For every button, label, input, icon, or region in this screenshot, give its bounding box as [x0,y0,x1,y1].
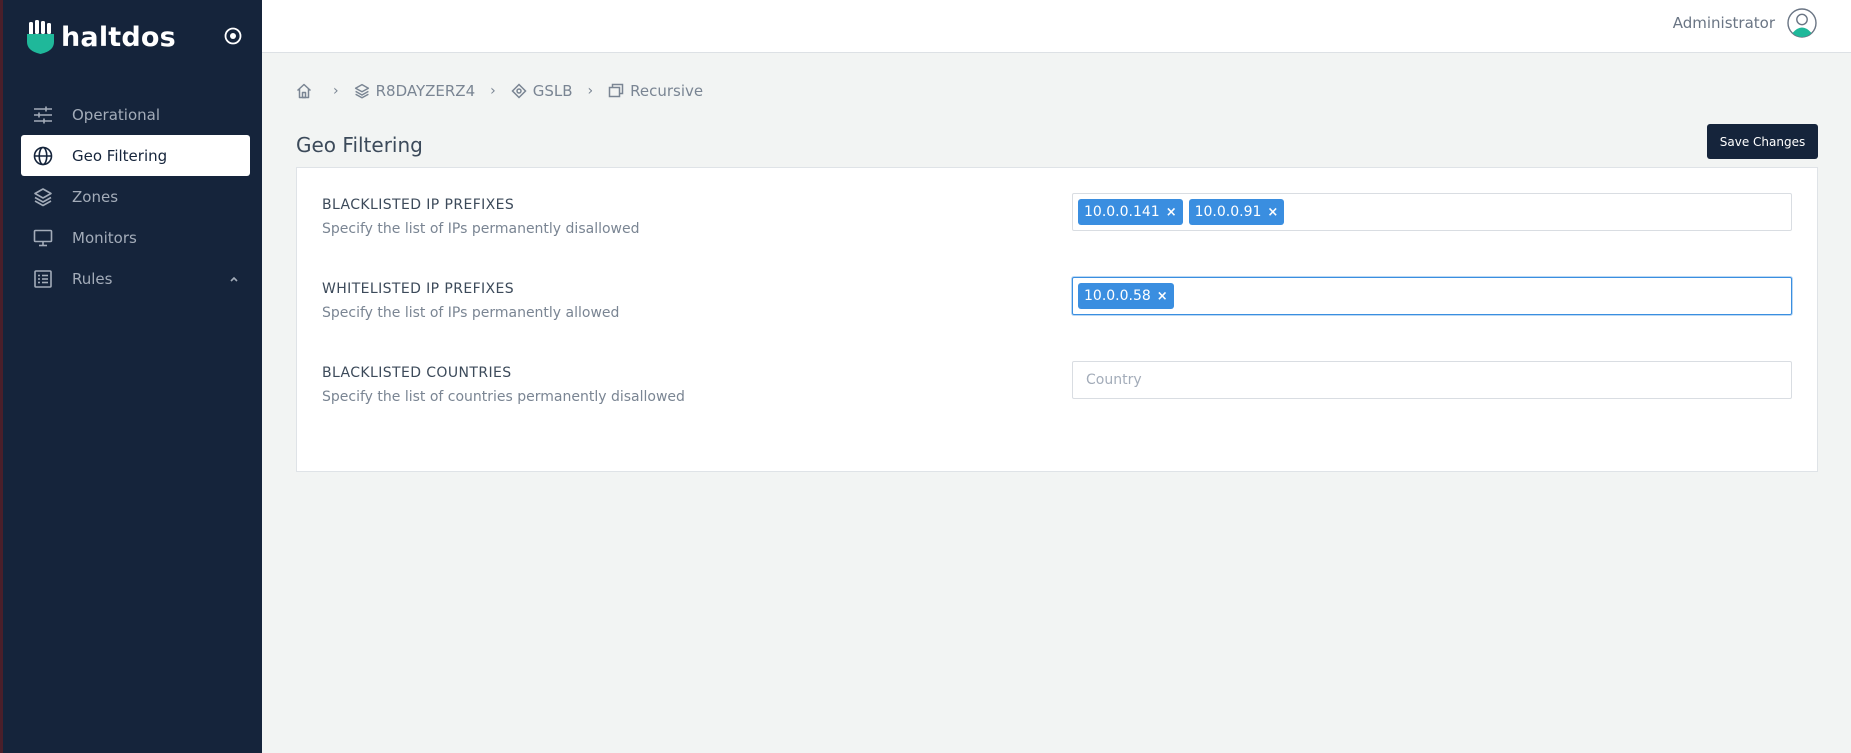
breadcrumb-item-zone[interactable]: R8DAYZERZ4 [354,82,476,100]
target-toggle-icon[interactable] [221,24,245,48]
logo[interactable]: haltdos [27,20,176,54]
windows-icon [608,83,624,99]
tag-label: 10.0.0.91 [1194,204,1262,220]
sidebar-item-operational[interactable]: Operational [21,94,250,135]
sidebar-nav: Operational Geo Filtering Zones Monitors… [21,94,250,299]
save-changes-button[interactable]: Save Changes [1707,124,1818,159]
haltdos-logo-icon [27,20,57,54]
ip-tag: 10.0.0.141 × [1078,199,1183,225]
ip-tag: 10.0.0.58 × [1078,283,1174,309]
sidebar-item-label: Monitors [72,228,137,247]
sidebar-item-label: Geo Filtering [72,146,168,165]
whitelisted-ip-input[interactable]: 10.0.0.58 × [1072,277,1792,315]
blacklisted-ip-input[interactable]: 10.0.0.141 × 10.0.0.91 × [1072,193,1792,231]
breadcrumb: › R8DAYZERZ4 › GSLB › Recursive [296,82,703,100]
whitelisted-ip-row: WHITELISTED IP PREFIXES Specify the list… [322,277,1792,321]
avatar-icon [1787,8,1817,38]
sidebar-item-rules[interactable]: Rules [21,258,250,299]
layers-icon [354,83,370,99]
breadcrumb-item-gslb[interactable]: GSLB [511,82,573,100]
breadcrumb-label: GSLB [532,82,573,100]
remove-tag-icon[interactable]: × [1267,205,1278,220]
top-bar: Administrator [262,0,1851,53]
breadcrumb-label: Recursive [630,82,704,100]
sliders-icon [33,105,53,125]
breadcrumb-separator: › [490,83,496,99]
sidebar-item-zones[interactable]: Zones [21,176,250,217]
sidebar-item-label: Operational [72,105,161,124]
tag-label: 10.0.0.58 [1084,288,1151,304]
sidebar-item-geo-filtering[interactable]: Geo Filtering [21,135,250,176]
blacklisted-ip-row: BLACKLISTED IP PREFIXES Specify the list… [322,193,1792,237]
breadcrumb-item-recursive[interactable]: Recursive [608,82,703,100]
user-menu[interactable]: Administrator [1673,8,1817,38]
sidebar-item-monitors[interactable]: Monitors [21,217,250,258]
breadcrumb-separator: › [587,83,594,99]
blacklisted-ip-text-input[interactable] [1290,204,1791,220]
sidebar-item-label: Zones [72,187,119,206]
sidebar: haltdos Operational Geo Filtering Zones [0,0,262,753]
ip-tag: 10.0.0.91 × [1188,199,1285,225]
layers-icon [33,187,53,207]
monitor-icon [33,228,53,248]
list-icon [33,269,53,289]
remove-tag-icon[interactable]: × [1166,205,1177,220]
user-name: Administrator [1672,14,1775,32]
country-text-input[interactable] [1078,372,1791,388]
blacklisted-countries-row: BLACKLISTED COUNTRIES Specify the list o… [322,361,1792,405]
chevron-up-icon[interactable] [228,271,240,289]
breadcrumb-home[interactable] [296,83,318,99]
globe-icon [33,146,53,166]
breadcrumb-separator: › [333,83,339,99]
crosshair-icon [511,83,527,99]
geo-filter-card: BLACKLISTED IP PREFIXES Specify the list… [296,167,1818,472]
whitelisted-ip-text-input[interactable] [1179,288,1791,304]
home-icon [296,83,312,99]
sidebar-item-label: Rules [72,269,113,288]
remove-tag-icon[interactable]: × [1157,289,1168,304]
blacklisted-countries-input[interactable] [1072,361,1792,399]
logo-text: haltdos [61,21,176,53]
breadcrumb-label: R8DAYZERZ4 [375,82,476,100]
page-title: Geo Filtering [296,133,423,157]
tag-label: 10.0.0.141 [1084,204,1160,220]
